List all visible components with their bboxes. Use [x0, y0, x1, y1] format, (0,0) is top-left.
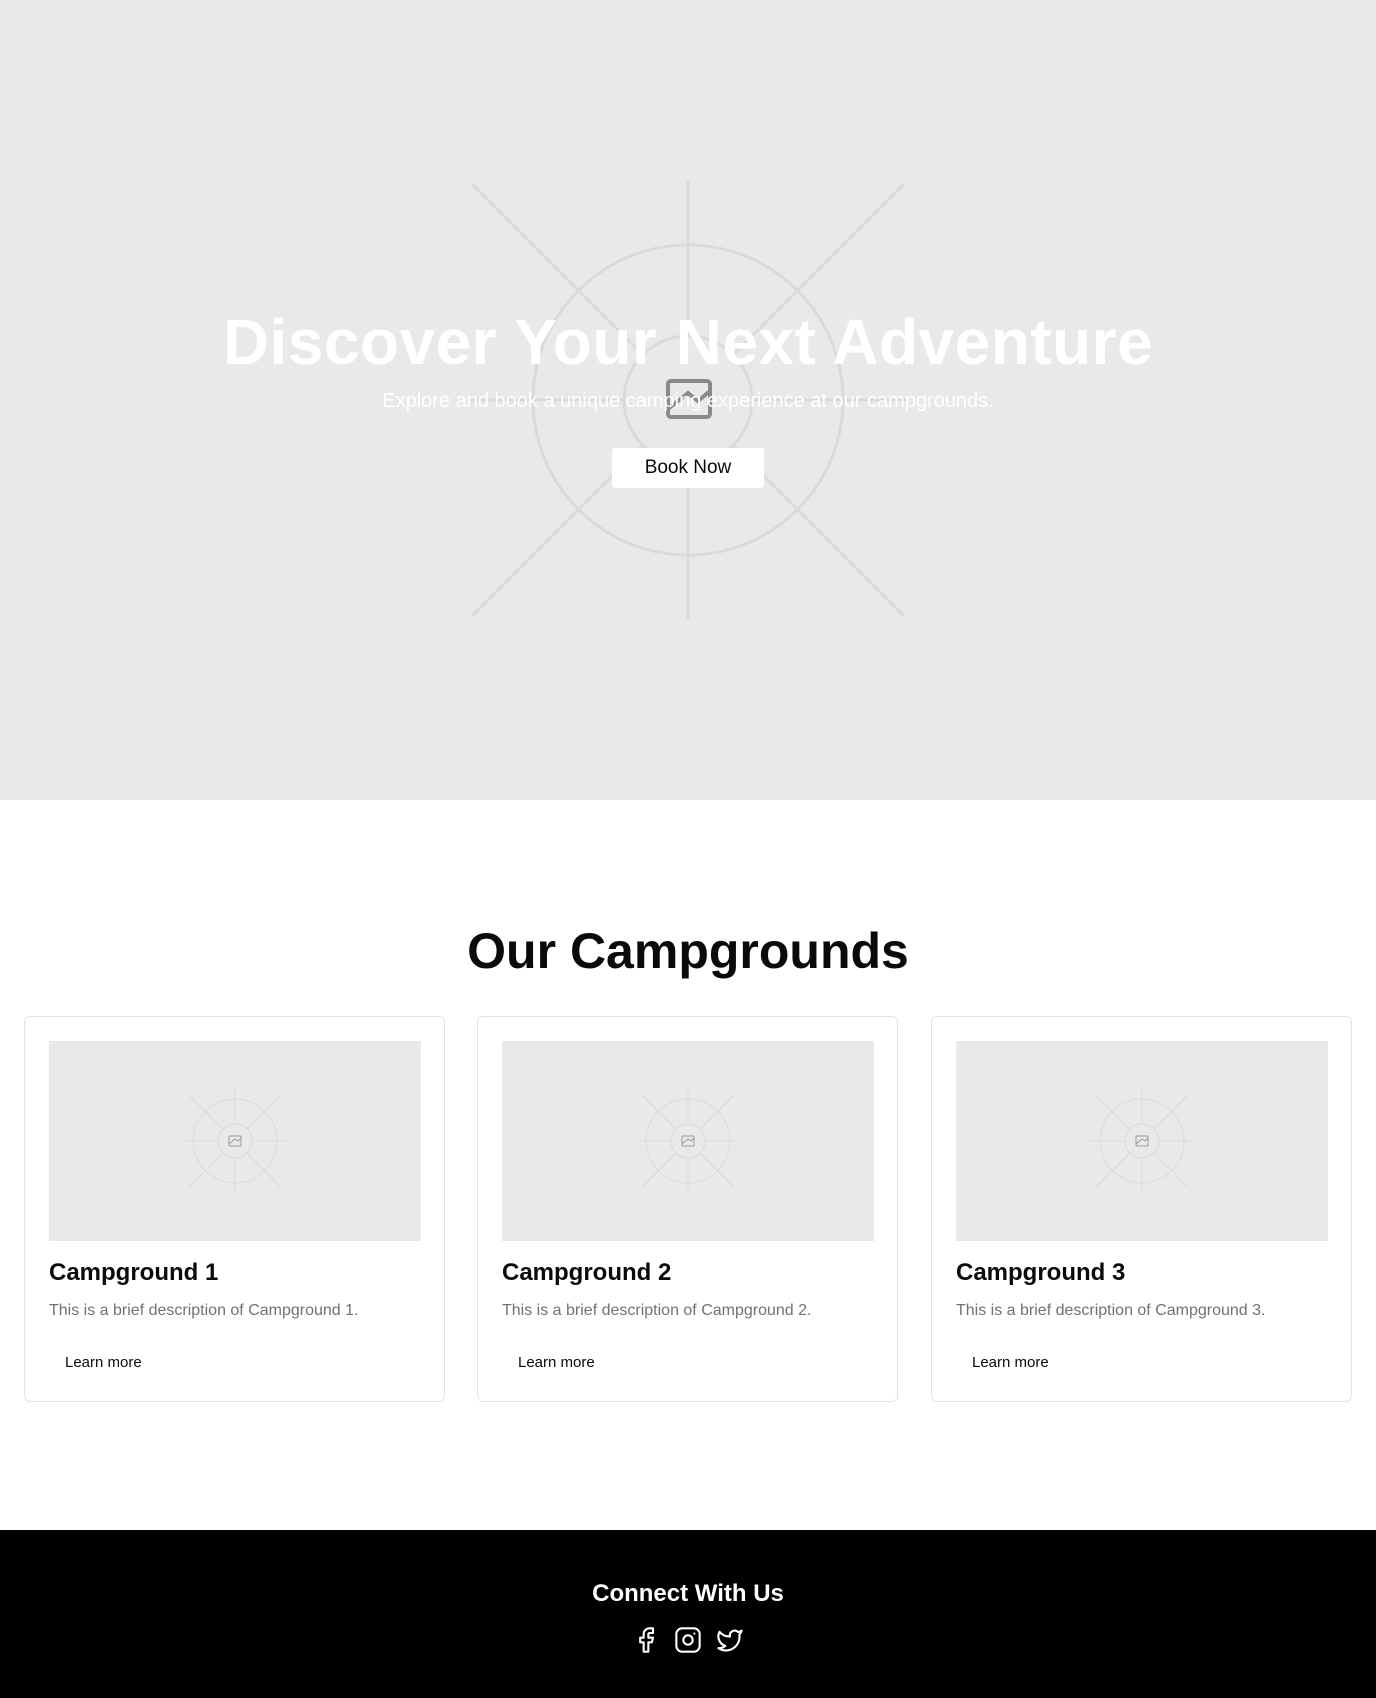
facebook-icon[interactable] — [632, 1626, 660, 1654]
image-placeholder-icon — [681, 1135, 695, 1147]
hero-title: Discover Your Next Adventure — [222, 306, 1154, 378]
learn-more-button[interactable]: Learn more — [502, 1345, 611, 1381]
card-title: Campground 2 — [502, 1259, 672, 1286]
card-description: This is a brief description of Campgroun… — [502, 1302, 812, 1319]
campground-list: Campground 1 This is a brief description… — [24, 1016, 1352, 1402]
image-placeholder-icon — [1135, 1135, 1149, 1147]
campground-card: Campground 2 This is a brief description… — [477, 1016, 898, 1402]
instagram-icon[interactable] — [674, 1626, 702, 1654]
image-placeholder-icon — [228, 1135, 242, 1147]
section-title: Our Campgrounds — [467, 923, 909, 979]
twitter-icon[interactable] — [716, 1626, 744, 1654]
campground-card: Campground 3 This is a brief description… — [931, 1016, 1352, 1402]
card-title: Campground 1 — [49, 1259, 219, 1286]
card-placeholder-image — [956, 1041, 1328, 1241]
card-description: This is a brief description of Campgroun… — [49, 1302, 359, 1319]
hero-content: Discover Your Next Adventure Explore and… — [0, 300, 1376, 488]
learn-more-button[interactable]: Learn more — [49, 1345, 158, 1381]
hero-subtitle: Explore and book a unique camping experi… — [382, 390, 994, 412]
campground-card: Campground 1 This is a brief description… — [24, 1016, 445, 1402]
card-placeholder-image — [49, 1041, 421, 1241]
card-placeholder-image — [502, 1041, 874, 1241]
card-description: This is a brief description of Campgroun… — [956, 1302, 1266, 1319]
learn-more-button[interactable]: Learn more — [956, 1345, 1065, 1381]
book-now-button[interactable]: Book Now — [612, 448, 764, 488]
card-title: Campground 3 — [956, 1259, 1126, 1286]
hero-section: Discover Your Next Adventure Explore and… — [0, 0, 1376, 800]
social-links — [0, 1626, 1376, 1654]
footer: Connect With Us — [0, 1530, 1376, 1698]
footer-title: Connect With Us — [592, 1580, 784, 1607]
